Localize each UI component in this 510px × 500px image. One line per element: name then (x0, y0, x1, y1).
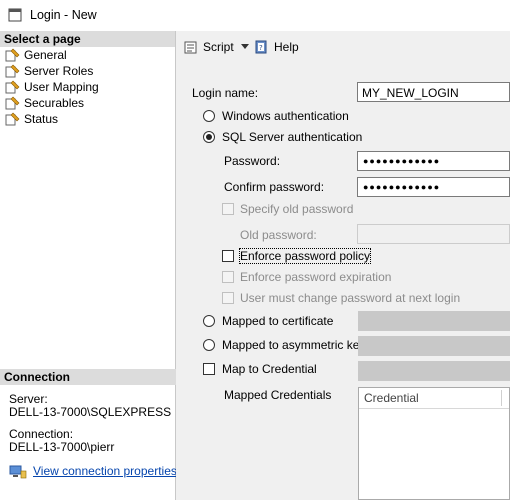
sidebar-item-label: Server Roles (24, 64, 94, 78)
mapped-to-asymmetric-key-label: Mapped to asymmetric key (222, 338, 366, 352)
login-name-label: Login name: (192, 86, 259, 100)
select-page-header: Select a page (0, 31, 175, 47)
login-name-input[interactable]: MY_NEW_LOGIN (357, 82, 510, 102)
page-wrench-icon (5, 96, 20, 110)
script-label: Script (203, 40, 234, 54)
window-title: Login - New (30, 8, 97, 22)
column-divider (501, 390, 502, 406)
enforce-password-expiration-label: Enforce password expiration (240, 270, 392, 284)
script-icon (184, 41, 197, 54)
confirm-password-input[interactable]: ●●●●●●●●●●●● (357, 177, 510, 197)
must-change-password-label: User must change password at next login (240, 291, 461, 305)
grid-column-credential: Credential (364, 391, 419, 405)
mapped-to-certificate-radio[interactable] (203, 315, 215, 327)
enforce-password-policy-label: Enforce password policy (238, 248, 372, 264)
general-page: Login name: MY_NEW_LOGIN Windows authent… (176, 65, 510, 500)
old-password-label: Old password: (240, 228, 317, 242)
sidebar-item-status[interactable]: Status (0, 111, 175, 127)
login-name-value: MY_NEW_LOGIN (362, 86, 459, 100)
page-wrench-icon (5, 64, 20, 78)
page-wrench-icon (5, 112, 20, 126)
map-to-credential-label: Map to Credential (222, 362, 317, 376)
connection-value: DELL-13-7000\pierr (9, 440, 115, 454)
specify-old-password-checkbox[interactable] (222, 203, 234, 215)
help-button[interactable]: ? Help (254, 38, 304, 56)
password-label: Password: (224, 154, 281, 168)
server-value: DELL-13-7000\SQLEXPRESS (9, 405, 172, 419)
sidebar-item-server-roles[interactable]: Server Roles (0, 63, 175, 79)
login-window-icon (8, 8, 22, 22)
must-change-password-checkbox[interactable] (222, 292, 234, 304)
script-button[interactable]: Script (183, 38, 253, 56)
toolbar: Script ? Help (176, 31, 510, 65)
page-wrench-icon (5, 48, 20, 62)
password-input[interactable]: ●●●●●●●●●●●● (357, 151, 510, 171)
sql-auth-radio[interactable] (203, 131, 215, 143)
help-label: Help (274, 40, 299, 54)
certificate-select[interactable] (358, 311, 510, 331)
map-to-credential-checkbox[interactable] (203, 363, 215, 375)
title-bar: Login - New (0, 0, 510, 31)
mapped-to-asymmetric-key-radio[interactable] (203, 339, 215, 351)
sidebar-item-general[interactable]: General (0, 47, 175, 63)
view-connection-properties-link[interactable]: View connection properties (33, 464, 177, 478)
mapped-credentials-grid[interactable]: Credential (358, 387, 510, 500)
enforce-password-expiration-checkbox[interactable] (222, 271, 234, 283)
sql-auth-label: SQL Server authentication (222, 130, 363, 144)
asymmetric-key-select[interactable] (358, 336, 510, 356)
page-wrench-icon (5, 80, 20, 94)
sidebar-item-label: User Mapping (24, 80, 99, 94)
sidebar-item-label: General (24, 48, 67, 62)
svg-text:?: ? (259, 44, 263, 52)
connection-header: Connection (0, 369, 179, 385)
help-book-icon: ? (255, 40, 267, 54)
chevron-down-icon[interactable] (241, 44, 249, 49)
enforce-password-policy-checkbox[interactable] (222, 250, 234, 262)
sidebar-item-user-mapping[interactable]: User Mapping (0, 79, 175, 95)
grid-header: Credential (359, 388, 509, 409)
connection-info: Server: DELL-13-7000\SQLEXPRESS Connecti… (9, 393, 171, 454)
sidebar-item-label: Status (24, 112, 59, 126)
confirm-password-label: Confirm password: (224, 180, 325, 194)
password-value: ●●●●●●●●●●●● (363, 156, 441, 166)
connection-properties-icon (9, 465, 27, 479)
confirm-password-value: ●●●●●●●●●●●● (363, 182, 441, 192)
mapped-to-certificate-label: Mapped to certificate (222, 314, 334, 328)
sidebar-item-label: Securables (24, 96, 85, 110)
specify-old-password-label: Specify old password (240, 202, 354, 216)
windows-auth-label: Windows authentication (222, 109, 349, 123)
old-password-input[interactable] (357, 224, 510, 244)
mapped-credentials-label: Mapped Credentials (224, 388, 332, 402)
sidebar-item-securables[interactable]: Securables (0, 95, 175, 111)
credential-select[interactable] (358, 361, 510, 381)
windows-auth-radio[interactable] (203, 110, 215, 122)
sidebar: Select a page General Server Roles User … (0, 31, 179, 500)
